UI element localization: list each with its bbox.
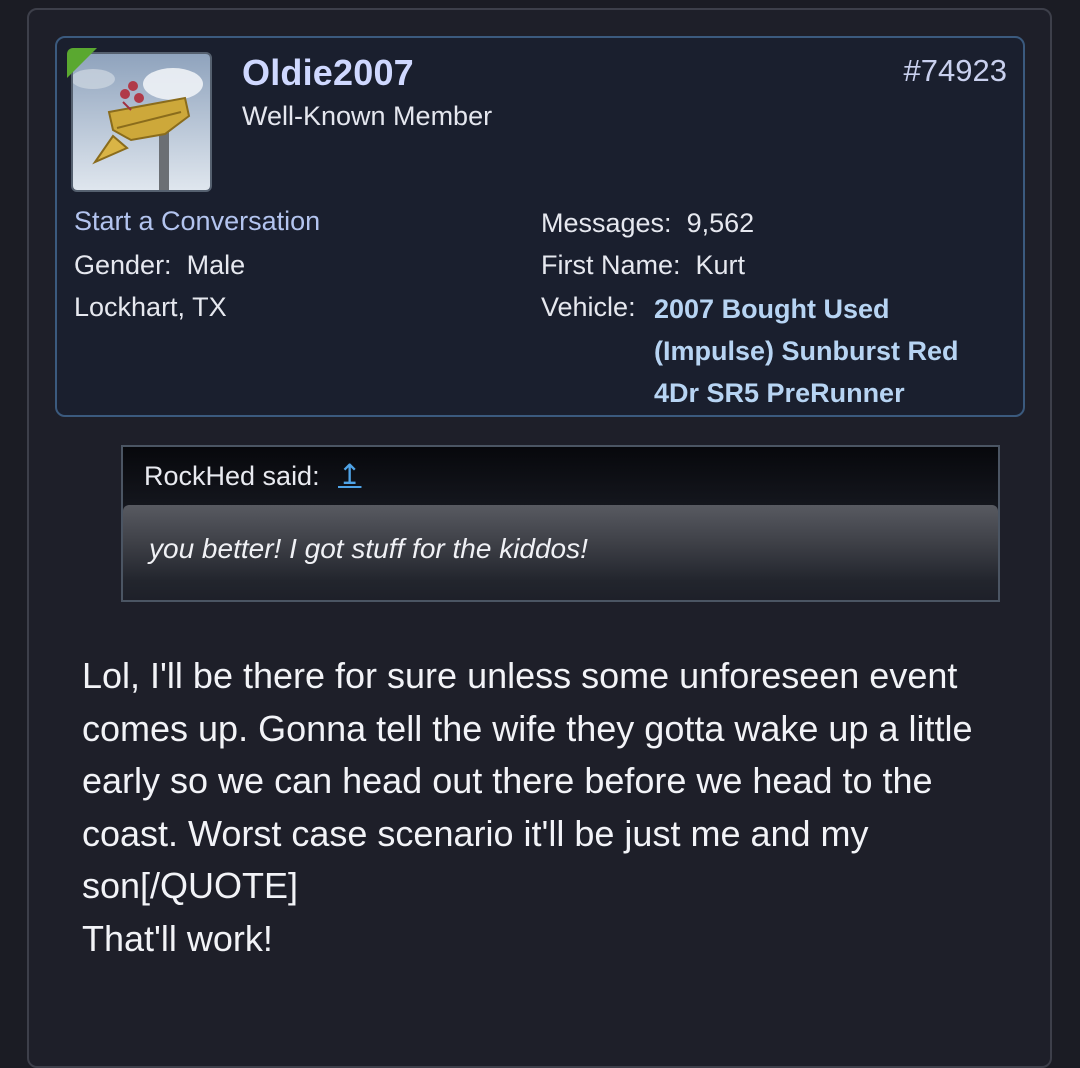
vehicle-link[interactable]: 2007 Bought Used (Impulse) Sunburst Red … [654,288,984,414]
location-field: Lockhart, TX [74,292,227,322]
post-number-link[interactable]: #74923 [904,53,1007,89]
message-closing: That'll work! [82,917,273,959]
first-name-value: Kurt [695,250,746,280]
username-link[interactable]: Oldie2007 [242,52,414,94]
vehicle-label: Vehicle: [541,292,636,322]
first-name-field: First Name: Kurt [541,250,745,281]
messages-value: 9,562 [686,208,755,238]
user-title: Well-Known Member [242,101,493,131]
message-body: Lol, I'll be there for sure unless some … [82,650,1012,965]
gender-value: Male [186,250,246,280]
message-paragraph: Lol, I'll be there for sure unless some … [82,655,973,906]
quote-content: you better! I got stuff for the kiddos! [123,505,998,600]
messages-field: Messages: 9,562 [541,208,754,239]
start-conversation-link[interactable]: Start a Conversation [74,206,320,237]
quote-text: you better! I got stuff for the kiddos! [149,533,588,564]
quote-author: RockHed said: [144,461,320,491]
gender-label: Gender: [74,250,172,280]
arrow-up-jump-icon[interactable]: ↥ [338,458,361,491]
quote-header: RockHed said: ↥ [123,447,998,505]
first-name-label: First Name: [541,250,681,280]
online-indicator-icon [67,48,97,78]
quote-block: RockHed said: ↥ you better! I got stuff … [121,445,1000,602]
messages-label: Messages: [541,208,672,238]
gender-field: Gender: Male [74,250,245,281]
